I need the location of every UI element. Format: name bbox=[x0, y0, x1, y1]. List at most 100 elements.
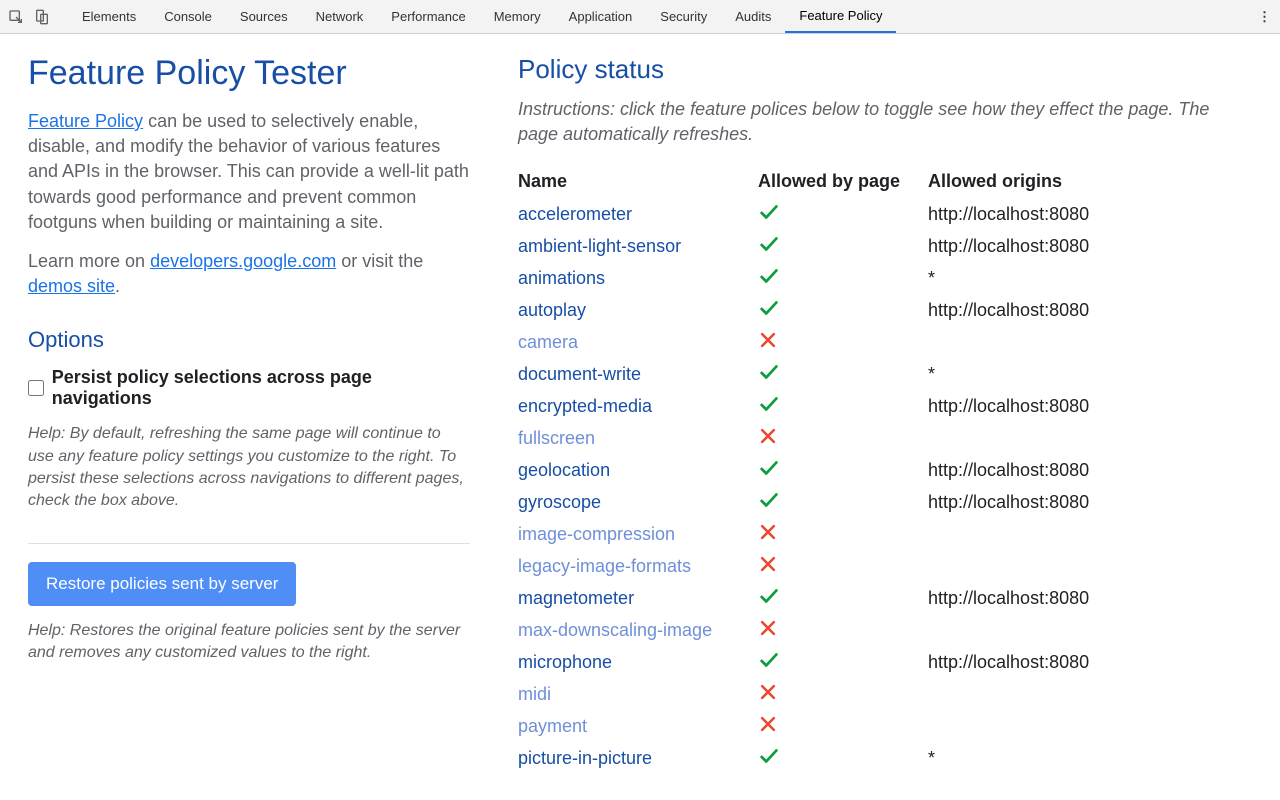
policy-row: autoplay http://localhost:8080 bbox=[518, 294, 1252, 326]
policy-origins: http://localhost:8080 bbox=[928, 396, 1252, 417]
policy-name-ambient-light-sensor[interactable]: ambient-light-sensor bbox=[518, 236, 758, 257]
policy-row: payment bbox=[518, 710, 1252, 742]
policy-name-camera[interactable]: camera bbox=[518, 332, 758, 353]
left-panel: Feature Policy Tester Feature Policy can… bbox=[0, 34, 490, 800]
check-icon bbox=[758, 393, 928, 420]
demos-link[interactable]: demos site bbox=[28, 276, 115, 296]
col-allowed: Allowed by page bbox=[758, 171, 928, 192]
tab-memory[interactable]: Memory bbox=[480, 0, 555, 33]
policy-origins: * bbox=[928, 748, 1252, 769]
check-icon bbox=[758, 745, 928, 772]
more-icon[interactable]: ⋮ bbox=[1258, 9, 1272, 25]
tab-performance[interactable]: Performance bbox=[377, 0, 479, 33]
cross-icon bbox=[758, 682, 928, 707]
policy-row: camera bbox=[518, 326, 1252, 358]
policy-row: ambient-light-sensor http://localhost:808… bbox=[518, 230, 1252, 262]
policy-row: microphone http://localhost:8080 bbox=[518, 646, 1252, 678]
check-icon bbox=[758, 585, 928, 612]
tab-feature-policy[interactable]: Feature Policy bbox=[785, 0, 896, 33]
check-icon bbox=[758, 233, 928, 260]
cross-icon bbox=[758, 618, 928, 643]
policy-table: Name Allowed by page Allowed origins acc… bbox=[518, 165, 1252, 774]
policy-row: geolocationhttp://localhost:8080 bbox=[518, 454, 1252, 486]
policy-origins: * bbox=[928, 364, 1252, 385]
col-origins: Allowed origins bbox=[928, 171, 1252, 192]
policy-name-payment[interactable]: payment bbox=[518, 716, 758, 737]
policy-row: image-compression bbox=[518, 518, 1252, 550]
cross-icon bbox=[758, 522, 928, 547]
restore-help: Help: Restores the original feature poli… bbox=[28, 620, 470, 665]
inspect-icon[interactable] bbox=[8, 9, 24, 25]
policy-name-encrypted-media[interactable]: encrypted-media bbox=[518, 396, 758, 417]
instructions: Instructions: click the feature polices … bbox=[518, 97, 1252, 147]
learn-more-text: Learn more on developers.google.com or v… bbox=[28, 249, 470, 299]
cross-icon bbox=[758, 554, 928, 579]
page-title: Feature Policy Tester bbox=[28, 54, 470, 93]
feature-policy-link[interactable]: Feature Policy bbox=[28, 111, 143, 131]
check-icon bbox=[758, 649, 928, 676]
check-icon bbox=[758, 201, 928, 228]
policy-name-autoplay[interactable]: autoplay bbox=[518, 300, 758, 321]
tab-console[interactable]: Console bbox=[150, 0, 226, 33]
policy-name-picture-in-picture[interactable]: picture-in-picture bbox=[518, 748, 758, 769]
devtools-toolbar: ElementsConsoleSourcesNetworkPerformance… bbox=[0, 0, 1280, 34]
cross-icon bbox=[758, 426, 928, 451]
learn-prefix: Learn more on bbox=[28, 251, 150, 271]
developers-link[interactable]: developers.google.com bbox=[150, 251, 336, 271]
learn-mid: or visit the bbox=[336, 251, 423, 271]
policy-name-magnetometer[interactable]: magnetometer bbox=[518, 588, 758, 609]
tab-audits[interactable]: Audits bbox=[721, 0, 785, 33]
check-icon bbox=[758, 297, 928, 324]
policy-row: legacy-image-formats bbox=[518, 550, 1252, 582]
policy-origins: http://localhost:8080 bbox=[928, 652, 1252, 673]
tab-sources[interactable]: Sources bbox=[226, 0, 302, 33]
policy-row: midi bbox=[518, 678, 1252, 710]
policy-name-geolocation[interactable]: geolocation bbox=[518, 460, 758, 481]
policy-name-document-write[interactable]: document-write bbox=[518, 364, 758, 385]
policy-name-image-compression[interactable]: image-compression bbox=[518, 524, 758, 545]
device-toggle-icon[interactable] bbox=[34, 9, 50, 25]
policy-origins: http://localhost:8080 bbox=[928, 236, 1252, 257]
policy-row: magnetometerhttp://localhost:8080 bbox=[518, 582, 1252, 614]
cross-icon bbox=[758, 330, 928, 355]
persist-label[interactable]: Persist policy selections across page na… bbox=[52, 367, 470, 409]
policy-name-animations[interactable]: animations bbox=[518, 268, 758, 289]
policy-origins: http://localhost:8080 bbox=[928, 204, 1252, 225]
policy-row: max-downscaling-image bbox=[518, 614, 1252, 646]
tab-network[interactable]: Network bbox=[302, 0, 378, 33]
learn-suffix: . bbox=[115, 276, 120, 296]
restore-button[interactable]: Restore policies sent by server bbox=[28, 562, 296, 606]
policy-row: encrypted-media http://localhost:8080 bbox=[518, 390, 1252, 422]
policy-origins: http://localhost:8080 bbox=[928, 300, 1252, 321]
policy-row: document-write * bbox=[518, 358, 1252, 390]
col-name: Name bbox=[518, 171, 758, 192]
policy-name-fullscreen[interactable]: fullscreen bbox=[518, 428, 758, 449]
tab-application[interactable]: Application bbox=[555, 0, 647, 33]
check-icon bbox=[758, 457, 928, 484]
policy-row: picture-in-picture * bbox=[518, 742, 1252, 774]
policy-row: fullscreen bbox=[518, 422, 1252, 454]
policy-name-accelerometer[interactable]: accelerometer bbox=[518, 204, 758, 225]
policy-row: gyroscope http://localhost:8080 bbox=[518, 486, 1252, 518]
policy-name-legacy-image-formats[interactable]: legacy-image-formats bbox=[518, 556, 758, 577]
tab-security[interactable]: Security bbox=[646, 0, 721, 33]
cross-icon bbox=[758, 714, 928, 739]
options-heading: Options bbox=[28, 327, 470, 353]
policy-row: animations * bbox=[518, 262, 1252, 294]
check-icon bbox=[758, 265, 928, 292]
intro-text: Feature Policy can be used to selectivel… bbox=[28, 109, 470, 235]
check-icon bbox=[758, 361, 928, 388]
policy-status-heading: Policy status bbox=[518, 54, 1252, 85]
policy-origins: * bbox=[928, 268, 1252, 289]
check-icon bbox=[758, 489, 928, 516]
policy-name-gyroscope[interactable]: gyroscope bbox=[518, 492, 758, 513]
persist-checkbox[interactable] bbox=[28, 380, 44, 396]
tab-elements[interactable]: Elements bbox=[68, 0, 150, 33]
right-panel: Policy status Instructions: click the fe… bbox=[490, 34, 1280, 800]
policy-name-microphone[interactable]: microphone bbox=[518, 652, 758, 673]
policy-origins: http://localhost:8080 bbox=[928, 492, 1252, 513]
policy-name-midi[interactable]: midi bbox=[518, 684, 758, 705]
policy-name-max-downscaling-image[interactable]: max-downscaling-image bbox=[518, 620, 758, 641]
persist-help: Help: By default, refreshing the same pa… bbox=[28, 423, 470, 513]
policy-row: accelerometer http://localhost:8080 bbox=[518, 198, 1252, 230]
